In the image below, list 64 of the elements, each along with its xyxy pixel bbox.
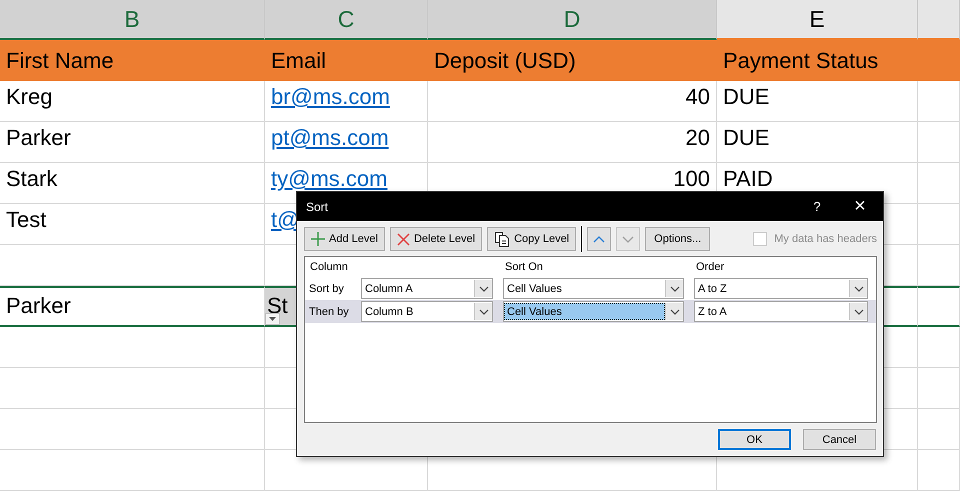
- table-cell: Kreg: [0, 81, 265, 122]
- column-header[interactable]: D: [428, 0, 717, 40]
- dropdown[interactable]: A to Z: [694, 278, 868, 299]
- header-cell: Payment Status: [717, 40, 918, 81]
- level-label: Sort by: [308, 282, 345, 294]
- chevron-down-icon: [854, 286, 864, 292]
- selected-level-row[interactable]: Then by Column B Cell Values Z to A: [305, 300, 876, 323]
- table-cell: [918, 245, 960, 286]
- table-cell: [918, 286, 960, 327]
- table-cell: [918, 450, 960, 491]
- column-heading: Column: [309, 261, 349, 273]
- move-up-button[interactable]: [587, 227, 612, 251]
- table-cell: DUE: [717, 81, 918, 122]
- column-header[interactable]: [918, 0, 960, 40]
- dropdown[interactable]: Column A: [361, 278, 493, 299]
- ok-button[interactable]: OK: [718, 429, 791, 450]
- email-link[interactable]: pt@ms.com: [271, 125, 389, 150]
- email-link[interactable]: br@ms.com: [271, 84, 390, 109]
- close-icon: [396, 232, 410, 246]
- table-cell-text: St: [266, 293, 288, 318]
- copy-icon: [494, 231, 510, 247]
- chevron-down-icon: [670, 308, 680, 314]
- dropdown[interactable]: Cell Values: [503, 278, 684, 299]
- header-cell: Email: [265, 40, 428, 81]
- header-cell: Deposit (USD): [428, 40, 717, 81]
- table-cell: [918, 409, 960, 450]
- chevron-down-icon: [670, 286, 680, 292]
- table-cell: [918, 40, 960, 81]
- table-cell: [918, 327, 960, 368]
- chevron-down-icon: [478, 286, 488, 292]
- add-level-button[interactable]: Add Level: [304, 227, 385, 251]
- table-cell: Stark: [0, 163, 265, 204]
- table-cell: 20: [428, 122, 717, 163]
- copy-level-button[interactable]: Copy Level: [487, 227, 576, 251]
- dropdown-button[interactable]: [265, 313, 280, 325]
- table-cell: Parker: [0, 286, 265, 327]
- dropdown[interactable]: Cell Values: [503, 301, 684, 322]
- table-cell: DUE: [717, 122, 918, 163]
- options-button[interactable]: Options...: [645, 227, 710, 251]
- chevron-down-icon: [854, 308, 864, 314]
- table-cell: [918, 368, 960, 409]
- chevron-down-icon: [478, 308, 488, 314]
- delete-level-button[interactable]: Delete Level: [390, 227, 482, 251]
- cancel-button[interactable]: Cancel: [803, 429, 876, 450]
- email-link[interactable]: ty@ms.com: [271, 166, 388, 191]
- table-cell: Parker: [0, 122, 265, 163]
- table-cell: [918, 204, 960, 245]
- table-cell: [918, 122, 960, 163]
- column-header[interactable]: B: [0, 0, 265, 40]
- table-cell: [918, 81, 960, 122]
- dropdown-arrow-icon: [269, 317, 276, 321]
- window-title: Sort: [306, 200, 330, 214]
- column-heading: Sort On: [504, 261, 544, 273]
- table-cell: Test: [0, 204, 265, 245]
- plus-icon: [311, 232, 325, 246]
- column-header[interactable]: E: [717, 0, 918, 40]
- dropdown[interactable]: Z to A: [694, 301, 868, 322]
- dropdown[interactable]: Column B: [361, 301, 493, 322]
- header-cell: First Name: [0, 40, 265, 81]
- table-cell: [918, 163, 960, 204]
- column-heading: Order: [695, 261, 726, 273]
- table-cell: 40: [428, 81, 717, 122]
- level-label: Then by: [308, 306, 350, 318]
- column-header[interactable]: C: [265, 0, 428, 40]
